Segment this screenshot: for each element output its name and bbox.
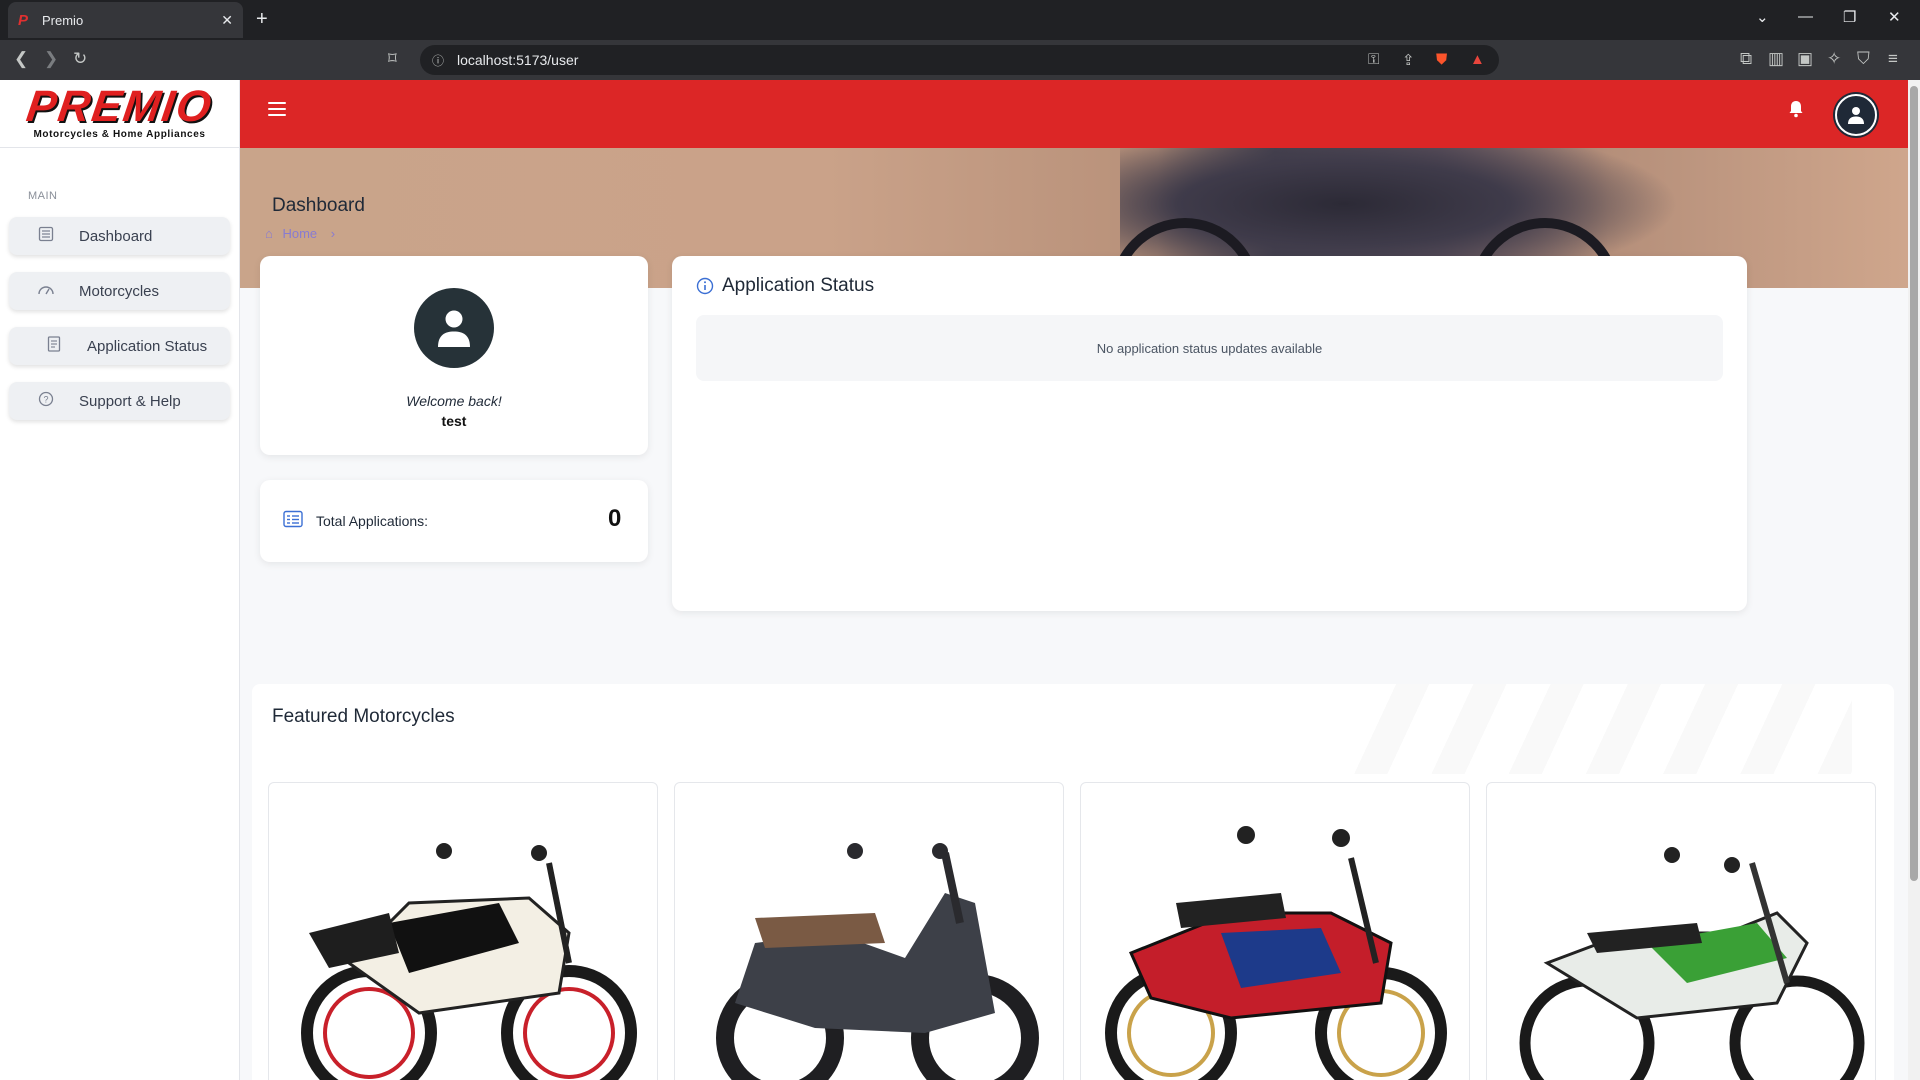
ai-assistant-icon[interactable]: ✧ (1827, 49, 1841, 69)
status-empty-message: No application status updates available (696, 315, 1723, 381)
restore-icon[interactable]: ❐ (1843, 8, 1856, 26)
profile-card: Welcome back! test (260, 256, 648, 455)
user-avatar-button[interactable] (1835, 94, 1877, 136)
sidebar-item-label: Application Status (87, 337, 208, 355)
tab-search-icon[interactable]: ⌄ (1756, 8, 1769, 26)
minimize-icon[interactable]: — (1798, 8, 1813, 25)
breadcrumb-separator-icon: › (330, 226, 336, 241)
sidebar-item-dashboard[interactable]: Dashboard (9, 217, 230, 255)
motorcycle-card[interactable] (1486, 782, 1876, 1080)
close-tab-icon[interactable]: ✕ (221, 12, 233, 29)
extensions-icon[interactable]: ⧉ (1740, 49, 1752, 69)
wallet-icon[interactable]: ▣ (1797, 49, 1813, 69)
browser-tabbar: P Premio ✕ + ⌄ — ❐ ✕ (0, 0, 1920, 40)
logo[interactable]: PREMIO Motorcycles & Home Appliances (0, 80, 239, 148)
brave-shields-icon[interactable]: ⛊ (1436, 51, 1447, 68)
applications-list-icon (283, 510, 303, 533)
motorcycle-image (1105, 826, 1447, 1080)
reload-icon[interactable]: ↻ (73, 49, 87, 69)
url-text: localhost:5173/user (457, 52, 579, 68)
site-info-icon[interactable]: ⓘ (432, 52, 444, 69)
sidebar-item-support-help[interactable]: ? Support & Help (9, 382, 230, 420)
status-header: Application Status (696, 275, 874, 297)
scrollbar-thumb[interactable] (1910, 86, 1918, 881)
sidebar-toggle-icon[interactable]: ▥ (1768, 49, 1784, 69)
home-icon: ⌂ (265, 226, 273, 241)
sidebar-item-motorcycles[interactable]: Motorcycles (9, 272, 230, 310)
browser-tab[interactable]: P Premio ✕ (8, 2, 243, 38)
page-scrollbar[interactable] (1908, 80, 1920, 1080)
sidebar-item-label: Dashboard (79, 227, 153, 245)
forward-icon[interactable]: ❯ (44, 49, 58, 69)
breadcrumb[interactable]: ⌂ Home › (265, 226, 335, 241)
new-tab-icon[interactable]: + (256, 8, 268, 31)
sidebar-item-label: Motorcycles (79, 282, 160, 300)
logo-text: PREMIO (23, 82, 216, 131)
svg-text:?: ? (43, 395, 48, 405)
document-icon (39, 336, 69, 356)
featured-motorcycles-section: Featured Motorcycles (252, 684, 1894, 1080)
user-icon (438, 310, 470, 347)
welcome-text: Welcome back! (406, 393, 502, 409)
decorative-stripes (1352, 684, 1852, 774)
menu-icon[interactable]: ≡ (1888, 49, 1898, 69)
avatar (414, 288, 494, 368)
username: test (441, 413, 467, 429)
vpn-icon[interactable]: ⛉ (1857, 49, 1870, 69)
sidebar: PREMIO Motorcycles & Home Appliances MAI… (0, 80, 240, 1080)
motorcycle-card[interactable] (268, 782, 658, 1080)
notification-bell-icon[interactable] (1788, 100, 1804, 123)
hamburger-menu-icon[interactable] (268, 102, 286, 116)
page-viewport: PREMIO Motorcycles & Home Appliances MAI… (0, 80, 1908, 1080)
password-key-icon[interactable]: ⚿ (1368, 51, 1379, 68)
motorcycle-card[interactable] (674, 782, 1064, 1080)
total-applications-label: Total Applications: (316, 513, 429, 529)
brave-rewards-icon[interactable]: ▲ (1470, 51, 1485, 68)
share-icon[interactable]: ⇪ (1402, 51, 1415, 69)
motorcycle-image (301, 843, 637, 1080)
application-status-card: Application Status No application status… (672, 256, 1747, 611)
page-title: Dashboard (272, 195, 365, 216)
user-icon (1848, 107, 1864, 124)
help-icon: ? (31, 391, 61, 411)
breadcrumb-home[interactable]: Home (282, 226, 317, 241)
bookmark-icon[interactable]: ⌑ (388, 49, 397, 69)
motorcycle-image (1519, 847, 1865, 1080)
featured-title: Featured Motorcycles (272, 706, 455, 727)
close-window-icon[interactable]: ✕ (1888, 8, 1901, 26)
total-applications-value: 0 (608, 505, 622, 532)
total-applications-card: Total Applications: 0 (260, 480, 648, 562)
list-icon (31, 226, 61, 246)
status-title: Application Status (722, 275, 875, 296)
tab-title: Premio (42, 12, 84, 28)
address-bar[interactable]: ⓘ localhost:5173/user ⚿ ⇪ ⛊ ▲ (420, 45, 1499, 75)
sidebar-item-application-status[interactable]: Application Status (9, 327, 230, 365)
motorcycle-card[interactable] (1080, 782, 1470, 1080)
info-icon (696, 277, 714, 295)
motorcycle-image (716, 843, 1039, 1080)
sidebar-item-label: Support & Help (79, 392, 181, 410)
speedometer-icon (31, 282, 61, 300)
back-icon[interactable]: ❮ (14, 49, 28, 69)
top-navbar (240, 80, 1908, 148)
premio-favicon-icon: P (18, 11, 29, 29)
sidebar-section-label: MAIN (28, 190, 58, 202)
